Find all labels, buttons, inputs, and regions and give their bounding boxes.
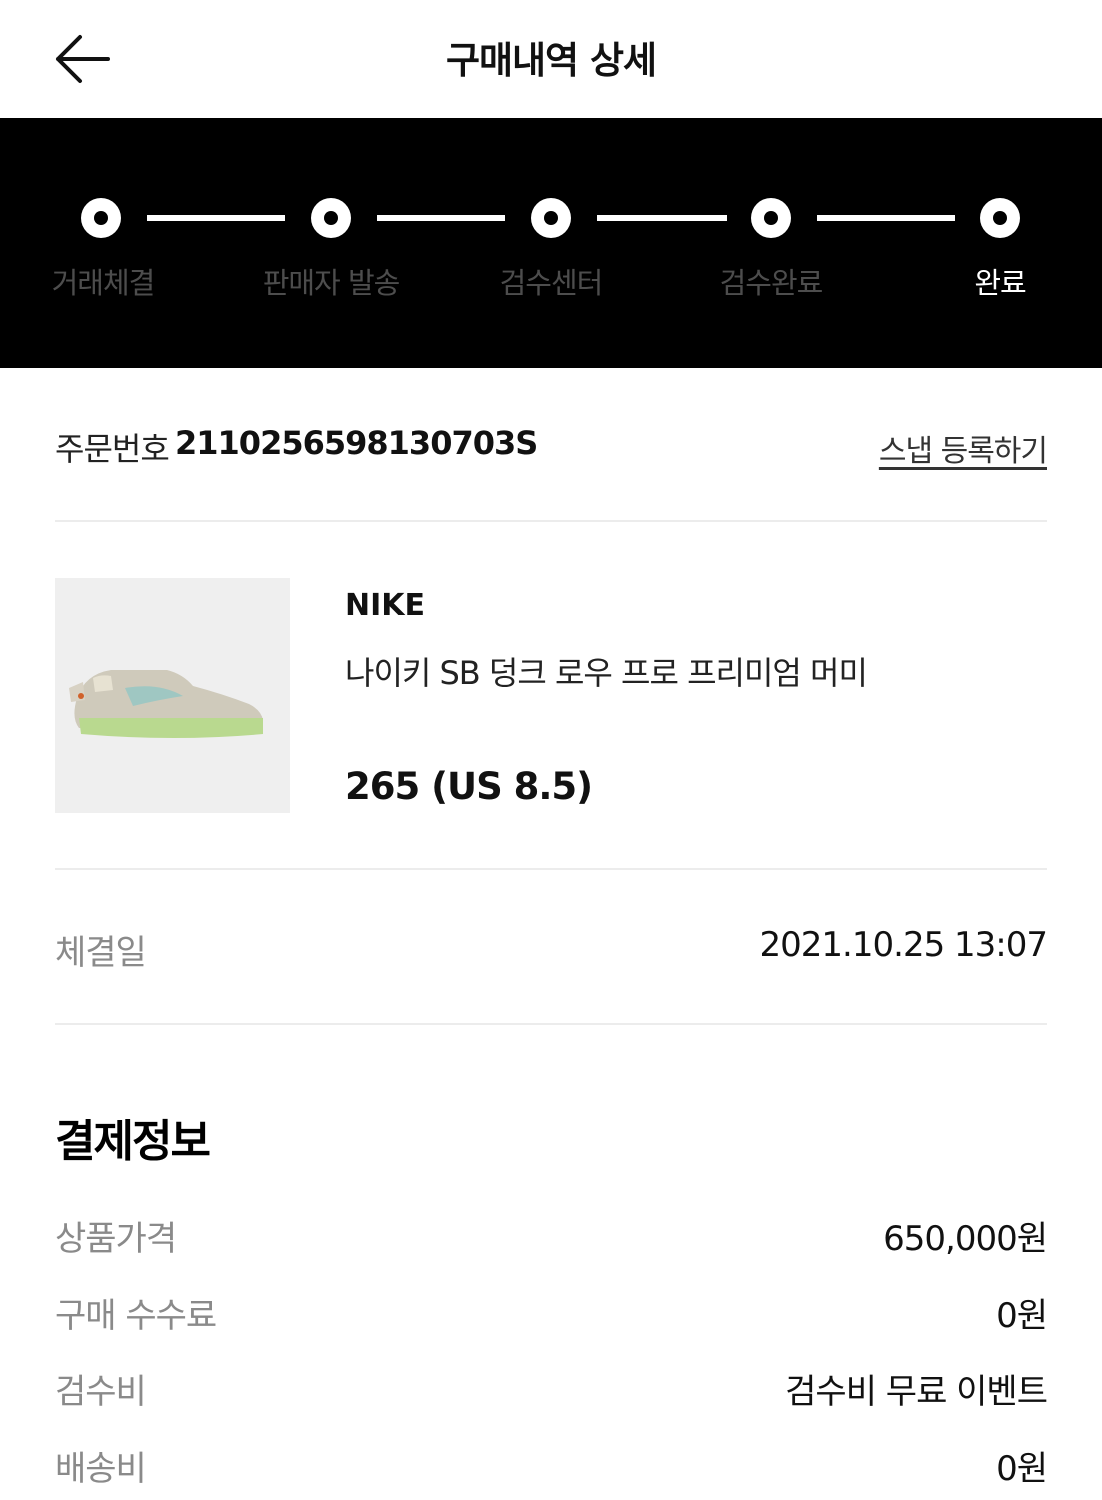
step-label: 판매자 발송 — [262, 266, 401, 300]
step-label: 검수센터 — [499, 266, 604, 300]
product-price-value: 650,000원 — [883, 1219, 1048, 1259]
product-size: 265 (US 8.5) — [345, 765, 593, 808]
inspection-fee-value: 검수비 무료 이벤트 — [785, 1372, 1048, 1412]
order-progress-stepper: 거래체결 판매자 발송 검수센터 검수완료 완료 — [0, 118, 1102, 368]
divider — [55, 1023, 1047, 1025]
snap-register-link[interactable]: 스냅 등록하기 — [879, 426, 1048, 470]
step-connector — [147, 215, 285, 221]
deal-date-label: 체결일 — [55, 933, 147, 973]
step-dot-1 — [81, 198, 121, 238]
product-brand: NIKE — [345, 588, 426, 623]
product-image[interactable] — [55, 578, 290, 813]
deal-date-value: 2021.10.25 13:07 — [759, 925, 1048, 965]
product-name[interactable]: 나이키 SB 덩크 로우 프로 프리미엄 머미 — [345, 648, 868, 694]
step-dot-5 — [980, 198, 1020, 238]
sneaker-icon — [69, 670, 263, 738]
page-title: 구매내역 상세 — [445, 39, 657, 82]
order-number-row: 주문번호 2110256598130703S 스냅 등록하기 — [55, 420, 1048, 470]
inspection-fee-label: 검수비 — [55, 1372, 147, 1412]
payment-section-title: 결제정보 — [55, 1116, 211, 1167]
step-connector — [597, 215, 727, 221]
step-dot-2 — [311, 198, 351, 238]
step-connector — [817, 215, 955, 221]
divider — [55, 520, 1047, 522]
step-dot-4 — [751, 198, 791, 238]
step-label: 검수완료 — [719, 266, 824, 300]
product-price-label: 상품가격 — [55, 1219, 177, 1259]
divider — [55, 868, 1047, 870]
shipping-fee-value: 0원 — [996, 1449, 1048, 1489]
shipping-fee-label: 배송비 — [55, 1449, 147, 1489]
step-connector — [377, 215, 505, 221]
order-number-label: 주문번호 — [55, 430, 170, 468]
step-dot-3 — [531, 198, 571, 238]
purchase-fee-label: 구매 수수료 — [55, 1296, 217, 1336]
order-number-value: 2110256598130703S — [175, 424, 538, 462]
step-label: 거래체결 — [51, 266, 156, 300]
top-header: 구매내역 상세 — [0, 0, 1102, 118]
step-label-current: 완료 — [974, 266, 1026, 300]
purchase-fee-value: 0원 — [996, 1296, 1048, 1336]
